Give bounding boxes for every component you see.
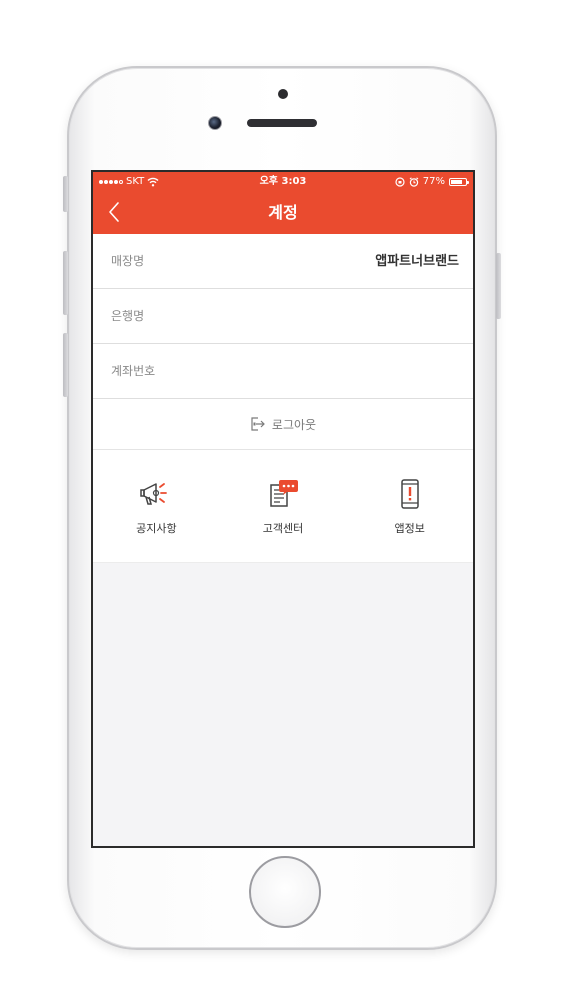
- menu-grid: 공지사항 고객센터 앱정보: [93, 450, 473, 563]
- battery-percent: 77%: [422, 176, 445, 187]
- rotation-lock-icon: [395, 177, 405, 187]
- earpiece-speaker: [247, 119, 317, 127]
- home-button[interactable]: [249, 856, 321, 928]
- proximity-sensor: [278, 89, 288, 99]
- status-bar: SKT 오후 3:03 77%: [93, 172, 473, 192]
- logout-icon: [251, 417, 265, 431]
- account-number-row: 계좌번호: [93, 344, 473, 399]
- silent-switch: [63, 176, 68, 212]
- megaphone-icon: [140, 483, 168, 505]
- menu-label-customer-center: 고객센터: [262, 522, 304, 535]
- menu-item-notice[interactable]: 공지사항: [93, 450, 220, 562]
- customer-center-icon: [270, 480, 298, 507]
- account-info-list: 매장명 앱파트너브랜드 은행명 계좌번호 로그아웃 공지사항 고객센터 앱정보: [93, 234, 473, 563]
- logout-button[interactable]: 로그아웃: [93, 399, 473, 450]
- volume-down-button: [63, 333, 68, 397]
- bank-name-label: 은행명: [111, 309, 145, 323]
- menu-item-app-info[interactable]: 앱정보: [346, 450, 473, 562]
- phone-frame: SKT 오후 3:03 77% 계정 매장명 앱파트너브랜드 은행명 계좌번호 …: [63, 66, 501, 950]
- phone-screen: SKT 오후 3:03 77% 계정 매장명 앱파트너브랜드 은행명 계좌번호 …: [91, 170, 475, 848]
- front-camera: [208, 116, 222, 130]
- logout-label: 로그아웃: [271, 417, 317, 432]
- account-number-label: 계좌번호: [111, 364, 156, 378]
- store-name-label: 매장명: [111, 254, 145, 268]
- store-name-value: 앱파트너브랜드: [375, 254, 459, 269]
- status-right: 77%: [395, 172, 469, 192]
- menu-label-notice: 공지사항: [136, 522, 177, 535]
- power-button: [496, 253, 501, 319]
- menu-item-customer-center[interactable]: 고객센터: [220, 450, 347, 562]
- bank-name-row: 은행명: [93, 289, 473, 344]
- alarm-icon: [409, 177, 419, 187]
- navigation-bar: 계정: [93, 192, 473, 234]
- page-title: 계정: [268, 203, 298, 222]
- menu-label-app-info: 앱정보: [394, 522, 425, 535]
- volume-up-button: [63, 251, 68, 315]
- battery-icon: [449, 178, 469, 186]
- store-name-row: 매장명 앱파트너브랜드: [93, 234, 473, 289]
- battery-fill: [451, 180, 462, 184]
- app-info-icon: [400, 479, 419, 509]
